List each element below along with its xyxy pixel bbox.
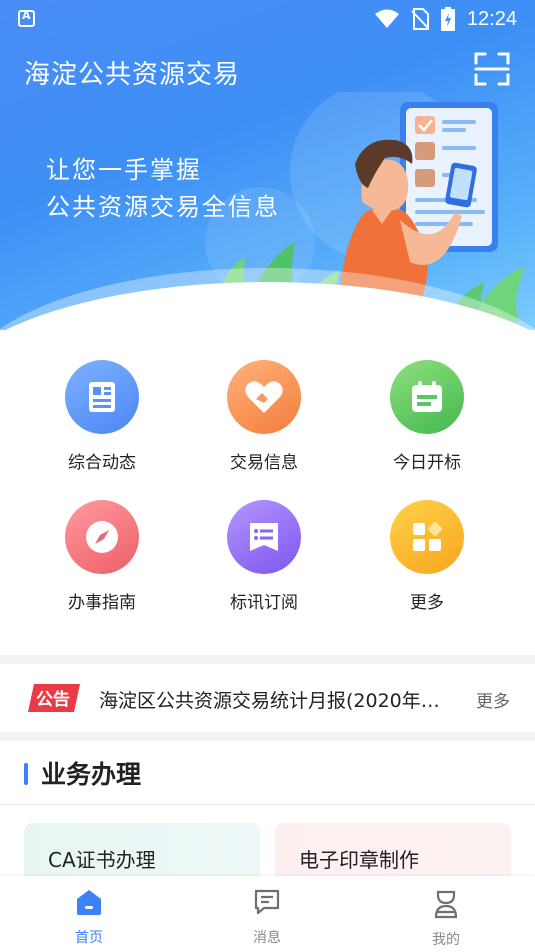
heart-handshake-icon	[227, 360, 301, 434]
menu-label: 更多	[410, 593, 444, 613]
grid-more-icon	[390, 500, 464, 574]
tab-label: 首页	[75, 930, 103, 946]
menu-item-trade-info[interactable]: 交易信息	[194, 360, 334, 473]
app-notification-icon	[18, 9, 35, 27]
menu-item-more[interactable]: 更多	[357, 500, 497, 613]
bottom-tab-bar: 首页 消息 我的	[0, 876, 535, 952]
menu-item-subscription[interactable]: 标讯订阅	[194, 500, 334, 613]
section-title: 业务办理	[41, 760, 142, 789]
no-sim-icon	[411, 8, 429, 30]
tab-messages[interactable]: 消息	[207, 876, 327, 952]
menu-item-news[interactable]: 综合动态	[32, 360, 172, 473]
notice-headline[interactable]: 海淀区公共资源交易统计月报(2020年…	[99, 686, 461, 713]
business-section-header: 业务办理	[0, 741, 535, 805]
notice-more-link[interactable]: 更多	[476, 687, 510, 712]
compass-icon	[65, 500, 139, 574]
status-time: 12:24	[466, 7, 517, 30]
battery-charging-icon	[440, 7, 455, 31]
menu-label: 今日开标	[393, 453, 461, 473]
header-banner: 12:24 海淀公共资源交易 让您一手掌握 公共资源交易全信息	[0, 0, 535, 330]
announcement-tag-icon: 公告	[28, 684, 80, 712]
notice-bar[interactable]: 公告 海淀区公共资源交易统计月报(2020年… 更多	[0, 664, 535, 732]
wifi-icon	[374, 9, 399, 28]
card-title: CA证书办理	[48, 848, 156, 872]
news-document-icon	[65, 360, 139, 434]
subscription-list-icon	[227, 500, 301, 574]
profile-icon	[434, 890, 458, 919]
menu-label: 标讯订阅	[230, 593, 298, 613]
menu-label: 综合动态	[68, 453, 136, 473]
status-bar: 12:24	[0, 0, 535, 38]
tab-profile[interactable]: 我的	[386, 876, 506, 952]
card-title: 电子印章制作	[299, 848, 419, 872]
tab-label: 我的	[432, 932, 460, 948]
message-icon	[254, 889, 280, 915]
section-divider	[0, 655, 535, 664]
calendar-icon	[390, 360, 464, 434]
tab-label: 消息	[253, 930, 281, 946]
home-icon	[77, 890, 101, 915]
tab-home[interactable]: 首页	[29, 876, 149, 952]
menu-label: 交易信息	[230, 453, 298, 473]
scan-icon[interactable]	[474, 52, 510, 86]
section-divider	[0, 732, 535, 741]
menu-item-guide[interactable]: 办事指南	[32, 500, 172, 613]
menu-label: 办事指南	[68, 593, 136, 613]
section-accent-bar	[24, 763, 28, 785]
notice-tag-label: 公告	[36, 689, 70, 710]
menu-item-today-bid[interactable]: 今日开标	[357, 360, 497, 473]
app-title: 海淀公共资源交易	[24, 60, 241, 90]
